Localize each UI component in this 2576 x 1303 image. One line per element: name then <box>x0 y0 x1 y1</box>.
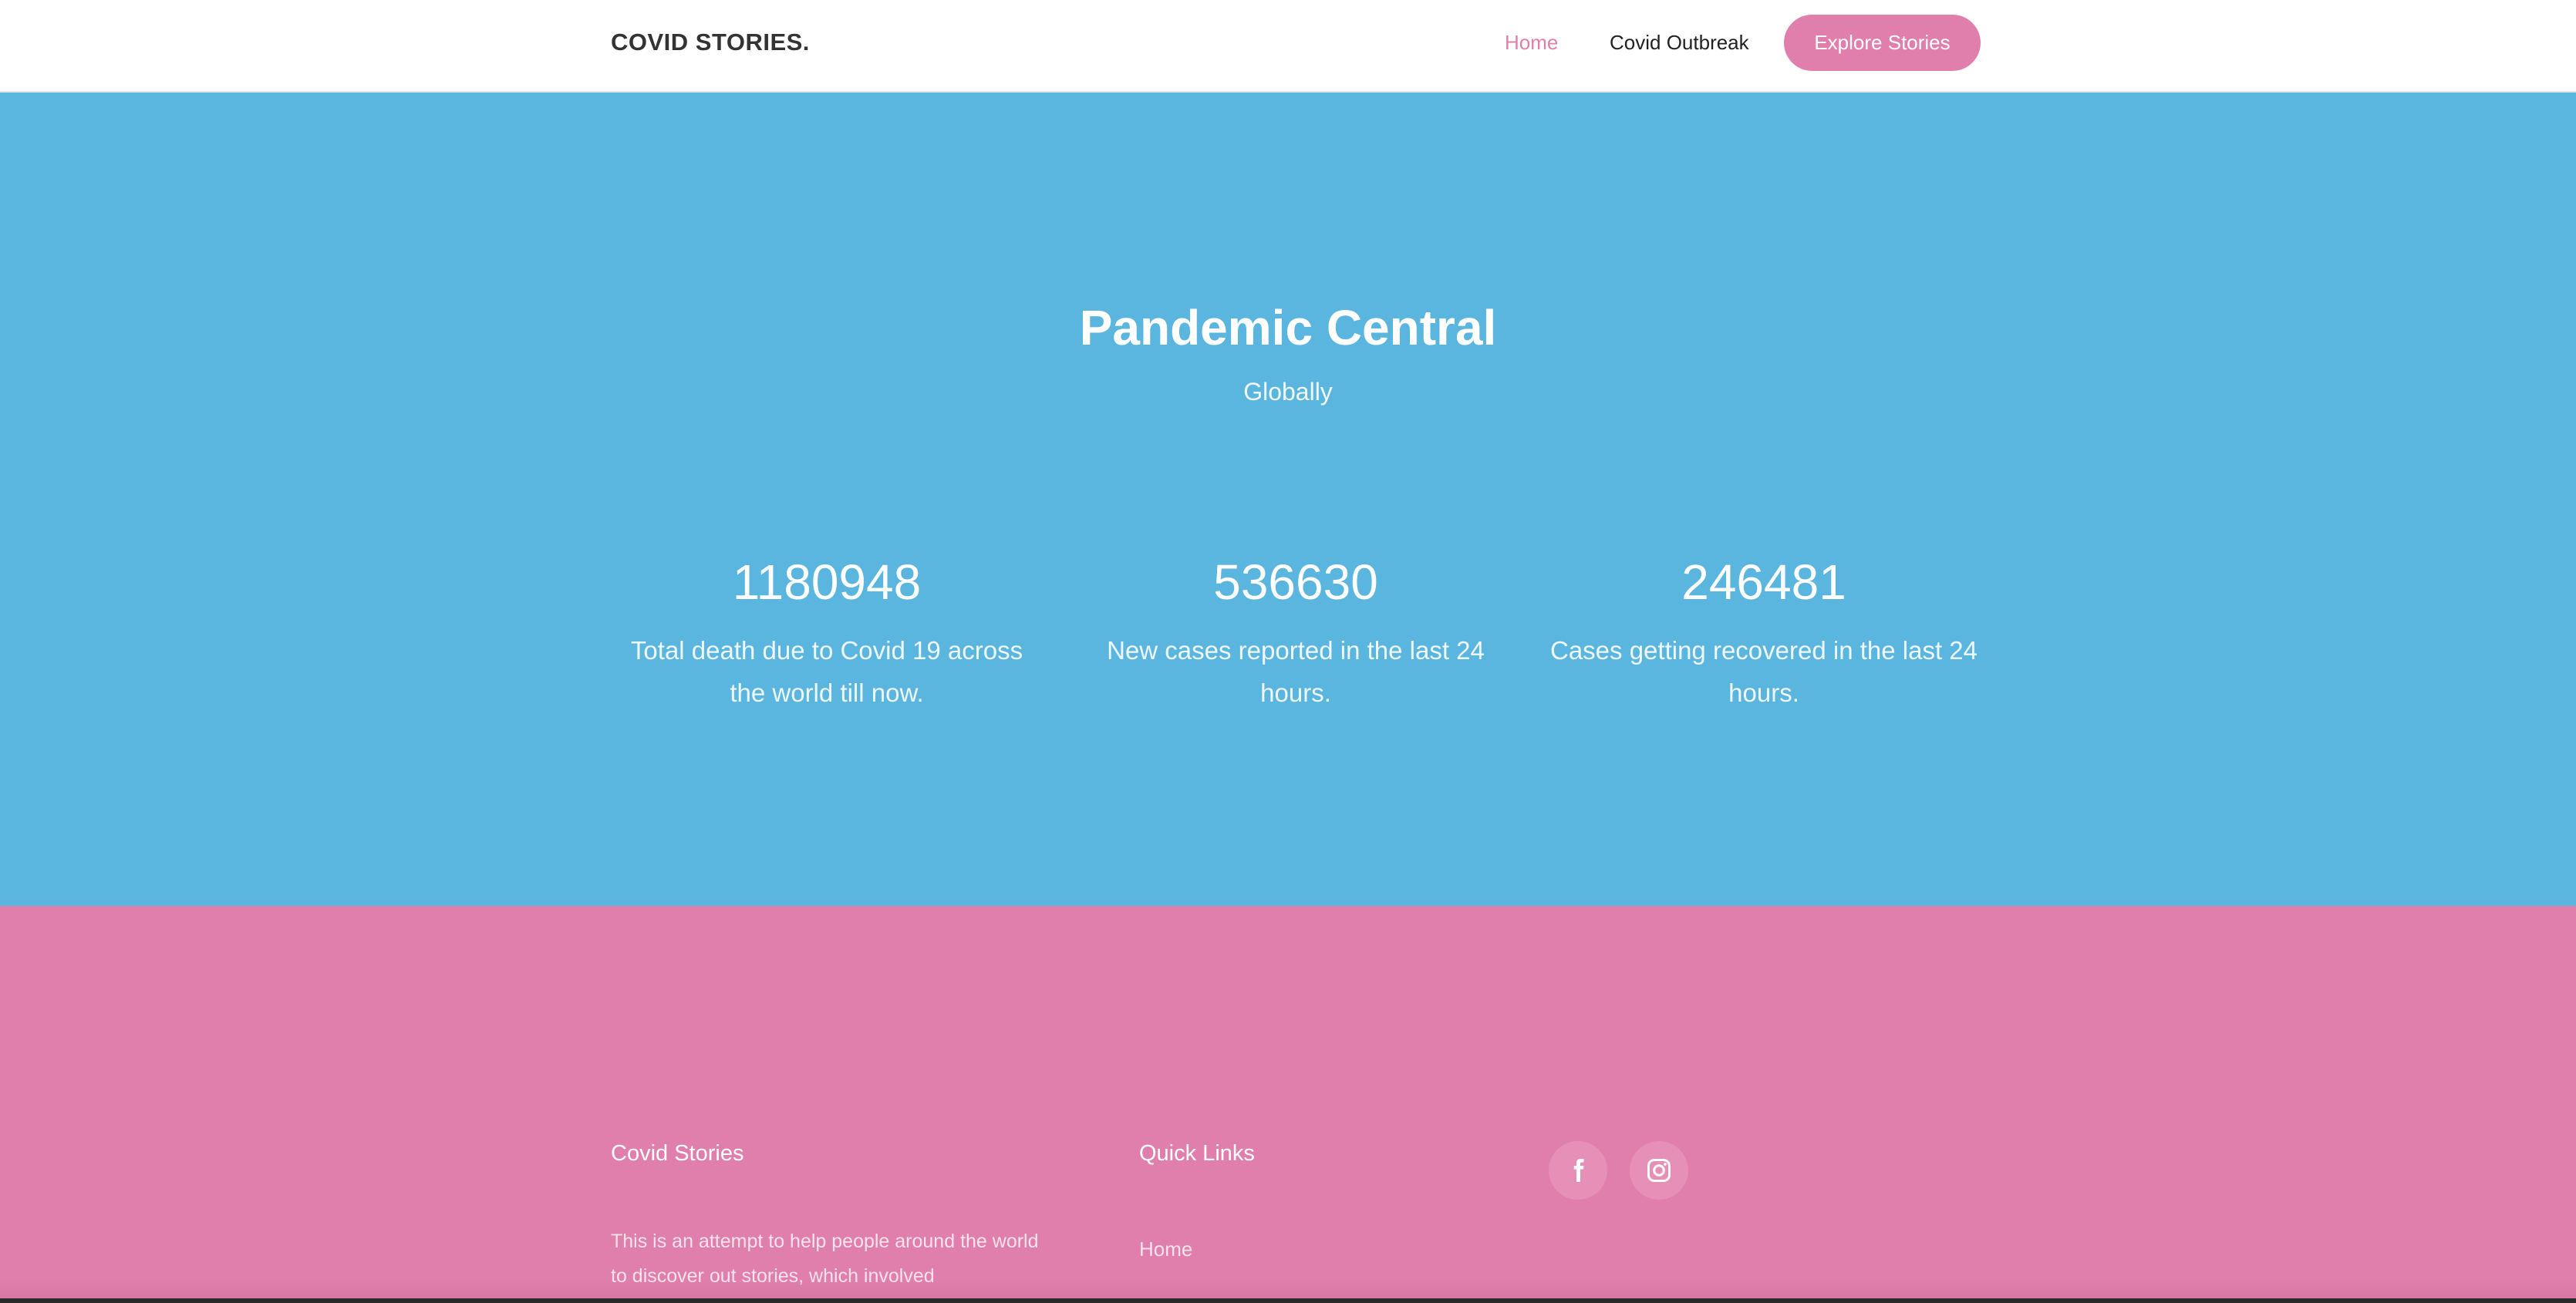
nav-link-covid-outbreak[interactable]: Covid Outbreak <box>1610 0 1749 85</box>
footer-link-home[interactable]: Home <box>1139 1237 1192 1261</box>
navbar: COVID STORIES. Home Covid Outbreak Explo… <box>0 0 2576 93</box>
stat-recovered: 246481 Cases getting recovered in the la… <box>1548 547 1980 714</box>
stat-total-deaths: 1180948 Total death due to Covid 19 acro… <box>611 547 1043 714</box>
stat-new-cases: 536630 New cases reported in the last 24… <box>1080 547 1512 714</box>
footer-quick-links-heading: Quick Links <box>1139 1141 1255 1166</box>
nav-link-home[interactable]: Home <box>1505 0 1558 85</box>
brand-logo[interactable]: COVID STORIES. <box>611 0 810 85</box>
instagram-button[interactable] <box>1630 1141 1688 1200</box>
stat-description: Total death due to Covid 19 across the w… <box>630 636 1023 707</box>
facebook-button[interactable] <box>1549 1141 1607 1200</box>
facebook-icon <box>1573 1159 1584 1182</box>
hero-title: Pandemic Central <box>1079 300 1497 355</box>
hero-section: Pandemic Central Globally 1180948 Total … <box>0 93 2576 906</box>
explore-stories-button[interactable]: Explore Stories <box>1784 15 1981 71</box>
hero-subtitle: Globally <box>1243 378 1333 406</box>
footer-about-heading: Covid Stories <box>611 1141 744 1166</box>
stat-value: 1180948 <box>732 554 922 610</box>
window-bottom-edge <box>0 1298 2576 1303</box>
stat-value: 246481 <box>1681 554 1846 610</box>
stat-description: New cases reported in the last 24 hours. <box>1107 636 1485 707</box>
footer: Covid Stories This is an attempt to help… <box>0 906 2576 1303</box>
instagram-icon <box>1647 1159 1671 1182</box>
stat-value: 536630 <box>1213 554 1378 610</box>
stat-description: Cases getting recovered in the last 24 h… <box>1550 636 1978 707</box>
